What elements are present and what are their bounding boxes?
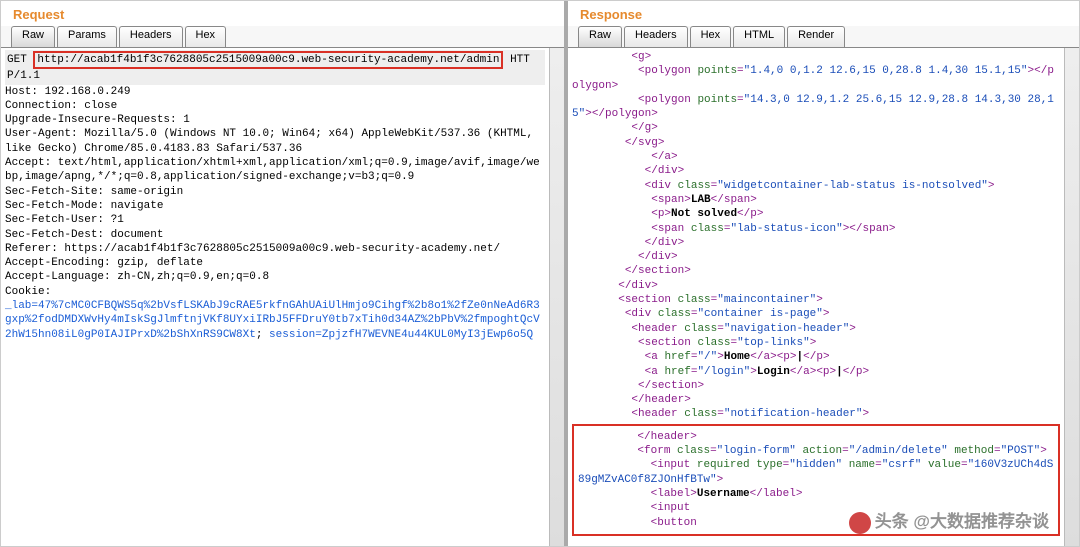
- request-line[interactable]: GET http://acab1f4b1f3c7628805c2515009a0…: [5, 50, 545, 85]
- response-line[interactable]: </section>: [572, 264, 1060, 278]
- scrollbar[interactable]: [1064, 48, 1079, 546]
- tab-html[interactable]: HTML: [733, 26, 785, 47]
- response-line[interactable]: <span>LAB</span>: [572, 193, 1060, 207]
- tab-render[interactable]: Render: [787, 26, 845, 47]
- cookie-value[interactable]: _lab=47%7cMC0CFBQWS5q%2bVsfLSKAbJ9cRAE5r…: [5, 299, 545, 342]
- request-header[interactable]: Accept: text/html,application/xhtml+xml,…: [5, 156, 545, 185]
- request-header[interactable]: User-Agent: Mozilla/5.0 (Windows NT 10.0…: [5, 127, 545, 156]
- response-line[interactable]: <a href="/">Home</a><p>|</p>: [572, 350, 1060, 364]
- watermark: 头条 @大数据推荐杂谈: [849, 507, 1049, 534]
- response-line[interactable]: <header class="navigation-header">: [572, 322, 1060, 336]
- response-line[interactable]: </div>: [572, 164, 1060, 178]
- response-line[interactable]: </svg>: [572, 136, 1060, 150]
- tab-raw[interactable]: Raw: [11, 26, 55, 47]
- response-title: Response: [568, 1, 1079, 26]
- response-line[interactable]: <input required type="hidden" name="csrf…: [578, 458, 1054, 487]
- response-line[interactable]: <div class="container is-page">: [572, 307, 1060, 321]
- response-line[interactable]: <span class="lab-status-icon"></span>: [572, 222, 1060, 236]
- request-tabbar: RawParamsHeadersHex: [1, 26, 564, 48]
- response-line[interactable]: <section class="maincontainer">: [572, 293, 1060, 307]
- scrollbar[interactable]: [549, 48, 564, 546]
- tab-hex[interactable]: Hex: [690, 26, 732, 47]
- response-panel: Response RawHeadersHexHTMLRender <g> <po…: [568, 1, 1079, 546]
- request-header[interactable]: Accept-Encoding: gzip, deflate: [5, 256, 545, 270]
- response-line[interactable]: <header class="notification-header">: [572, 407, 1060, 421]
- response-line[interactable]: </div>: [572, 236, 1060, 250]
- tab-hex[interactable]: Hex: [185, 26, 227, 47]
- tab-raw[interactable]: Raw: [578, 26, 622, 47]
- request-header[interactable]: Sec-Fetch-Site: same-origin: [5, 185, 545, 199]
- request-header[interactable]: Connection: close: [5, 99, 545, 113]
- response-line[interactable]: <a href="/login">Login</a><p>|</p>: [572, 365, 1060, 379]
- response-line[interactable]: <form class="login-form" action="/admin/…: [578, 444, 1054, 458]
- request-title: Request: [1, 1, 564, 26]
- response-line[interactable]: </a>: [572, 150, 1060, 164]
- response-line[interactable]: </div>: [572, 250, 1060, 264]
- request-header[interactable]: Sec-Fetch-User: ?1: [5, 213, 545, 227]
- request-header[interactable]: Sec-Fetch-Dest: document: [5, 228, 545, 242]
- cookie-header[interactable]: Cookie:: [5, 285, 545, 299]
- response-line[interactable]: </header>: [578, 430, 1054, 444]
- avatar-icon: [849, 512, 871, 534]
- response-line[interactable]: </g>: [572, 121, 1060, 135]
- response-tabbar: RawHeadersHexHTMLRender: [568, 26, 1079, 48]
- request-header[interactable]: Host: 192.168.0.249: [5, 85, 545, 99]
- tab-headers[interactable]: Headers: [119, 26, 183, 47]
- response-line[interactable]: <polygon points="1.4,0 0,1.2 12.6,15 0,2…: [572, 64, 1060, 93]
- request-header[interactable]: Upgrade-Insecure-Requests: 1: [5, 113, 545, 127]
- response-line[interactable]: <p>Not solved</p>: [572, 207, 1060, 221]
- tab-params[interactable]: Params: [57, 26, 117, 47]
- response-line[interactable]: <polygon points="14.3,0 12.9,1.2 25.6,15…: [572, 93, 1060, 122]
- response-line[interactable]: <g>: [572, 50, 1060, 64]
- response-line[interactable]: <section class="top-links">: [572, 336, 1060, 350]
- response-line[interactable]: <div class="widgetcontainer-lab-status i…: [572, 179, 1060, 193]
- response-line[interactable]: <label>Username</label>: [578, 487, 1054, 501]
- response-raw-content[interactable]: <g> <polygon points="1.4,0 0,1.2 12.6,15…: [568, 48, 1064, 546]
- request-panel: Request RawParamsHeadersHex GET http://a…: [1, 1, 568, 546]
- request-header[interactable]: Accept-Language: zh-CN,zh;q=0.9,en;q=0.8: [5, 270, 545, 284]
- request-header[interactable]: Sec-Fetch-Mode: navigate: [5, 199, 545, 213]
- request-raw-content[interactable]: GET http://acab1f4b1f3c7628805c2515009a0…: [1, 48, 549, 546]
- tab-headers[interactable]: Headers: [624, 26, 688, 47]
- response-line[interactable]: </header>: [572, 393, 1060, 407]
- request-header[interactable]: Referer: https://acab1f4b1f3c7628805c251…: [5, 242, 545, 256]
- highlighted-url: http://acab1f4b1f3c7628805c2515009a00c9.…: [33, 51, 503, 69]
- response-line[interactable]: </div>: [572, 279, 1060, 293]
- response-line[interactable]: </section>: [572, 379, 1060, 393]
